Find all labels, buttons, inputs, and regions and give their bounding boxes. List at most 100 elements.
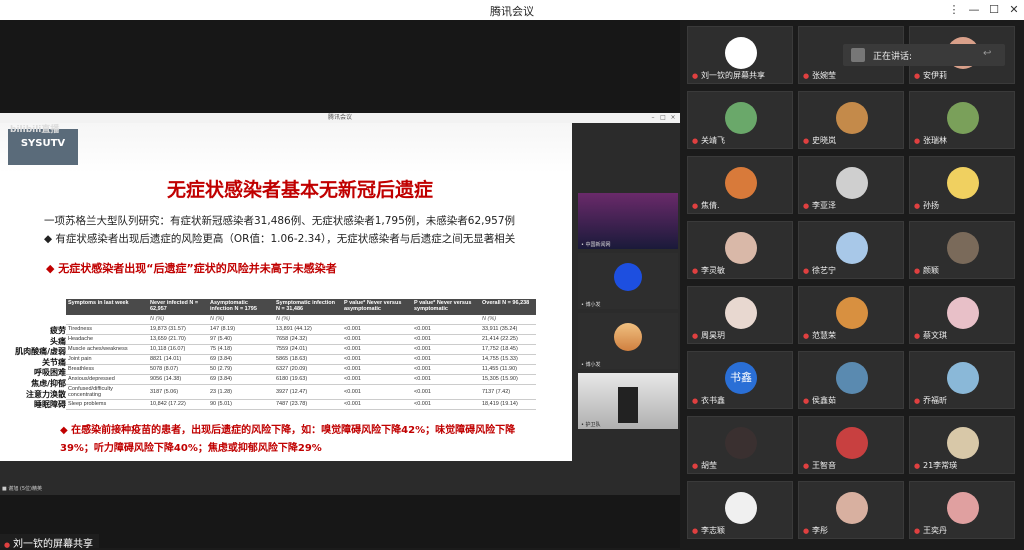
participant-name-text: 衣书鑫	[701, 396, 725, 405]
table-cell: Headache	[66, 334, 148, 345]
table-cell: Joint pain	[66, 354, 148, 365]
participant-tile[interactable]: ● 蔡文琪	[909, 286, 1015, 344]
participant-tile[interactable]: ● 孙扬	[909, 156, 1015, 214]
participant-name: ● 刘一钦的屏幕共享	[692, 70, 765, 81]
video-thumbnail[interactable]: • 护卫队	[578, 373, 678, 429]
participant-name-text: 王智音	[812, 461, 836, 470]
table-cell: <0.001	[412, 374, 480, 385]
avatar	[725, 167, 757, 199]
participant-name-text: 侯鑫茹	[812, 396, 836, 405]
participant-name: ● 张婉莹	[803, 70, 836, 81]
window-title: 腾讯会议	[490, 5, 534, 18]
table-cell: 8821 (14.01)	[148, 354, 208, 365]
table-cell: <0.001	[342, 399, 412, 410]
participant-tile[interactable]: ● 周昊玥	[687, 286, 793, 344]
participant-name-text: 周昊玥	[701, 331, 725, 340]
table-cell: 15,305 (15.90)	[480, 374, 536, 385]
chinese-symptom-label: 肌肉酸痛/虚弱	[15, 347, 66, 357]
mic-muted-icon: ●	[803, 72, 810, 80]
avatar	[947, 102, 979, 134]
participant-tile[interactable]: ● 关靖飞	[687, 91, 793, 149]
participant-tile[interactable]: ● 刘一钦的屏幕共享	[687, 26, 793, 84]
participant-tile[interactable]: ● 李亚泽	[798, 156, 904, 214]
table-cell: 7658 (24.32)	[274, 334, 342, 345]
arrow-icon[interactable]: ↩	[983, 48, 991, 59]
mic-muted-icon: ●	[914, 267, 921, 275]
participant-tile[interactable]: 书鑫 ● 衣书鑫	[687, 351, 793, 409]
participant-tile[interactable]: ● 李灵敏	[687, 221, 793, 279]
participant-name: ● 胡莹	[692, 460, 717, 471]
slide-line-2: ◆ 有症状感染者出现后遗症的风险更高（OR值：1.06-2.34），无症状感染者…	[44, 233, 516, 245]
table-cell: 6180 (19.63)	[274, 374, 342, 385]
table-cell: 13,659 (21.70)	[148, 334, 208, 345]
video-thumbnail[interactable]: • 中国新闻网	[578, 193, 678, 249]
slide-title: 无症状感染者基本无新冠后遗症	[166, 179, 433, 201]
pin-icon[interactable]: ⋮	[944, 2, 964, 18]
table-header-cell: Never infected N = 62,957	[148, 299, 208, 315]
table-cell: 7559 (24.01)	[274, 344, 342, 355]
participant-tile[interactable]: ● 李彤	[798, 481, 904, 539]
participant-tile[interactable]: ● 焦倩.	[687, 156, 793, 214]
inner-maximize-icon: □	[660, 114, 666, 121]
avatar	[947, 362, 979, 394]
table-cell: <0.001	[342, 374, 412, 385]
screen-share-area[interactable]: 腾讯会议 – □ × bilibili直播 SYSUTV 无症状感染者基本无新冠…	[0, 20, 680, 550]
close-button[interactable]: ✕	[1004, 2, 1024, 18]
participant-name: ● 史晓岚	[803, 135, 836, 146]
speaker-figure	[618, 387, 638, 423]
participant-name-text: 史晓岚	[812, 136, 836, 145]
table-cell: 7487 (23.78)	[274, 399, 342, 410]
participant-tile[interactable]: ● 颜颖	[909, 221, 1015, 279]
slide-red-heading: ◆ 无症状感染者出现“后遗症”症状的风险并未高于未感染者	[46, 262, 337, 275]
participant-tile[interactable]: ● 徐艺宁	[798, 221, 904, 279]
table-cell: N (%)	[274, 315, 342, 325]
table-cell: 13,891 (44.12)	[274, 324, 342, 335]
participant-name-text: 李灵敏	[701, 266, 725, 275]
thumbnail-label: • 护卫队	[581, 422, 601, 428]
participant-name: ● 安伊莉	[914, 70, 947, 81]
mic-muted-icon: ●	[692, 202, 699, 210]
video-thumbnail-strip: • 中国新闻网 • 博小发 • 博小发 • 护卫队	[574, 123, 680, 495]
thumbnail-label: • 博小发	[581, 302, 601, 308]
participant-tile[interactable]: ● 21李常瑛	[909, 416, 1015, 474]
participant-tile[interactable]: ● 胡莹	[687, 416, 793, 474]
mic-muted-icon: ●	[692, 137, 699, 145]
avatar	[614, 323, 642, 351]
avatar	[836, 232, 868, 264]
table-cell: 33,911 (35.24)	[480, 324, 536, 335]
avatar	[725, 427, 757, 459]
video-thumbnail[interactable]: • 博小发	[578, 313, 678, 369]
table-cell: Muscle aches/weakness	[66, 344, 148, 355]
participant-name-text: 徐艺宁	[812, 266, 836, 275]
presentation-slide: bilibili直播 SYSUTV 无症状感染者基本无新冠后遗症 一项苏格兰大型…	[0, 123, 572, 461]
table-cell: <0.001	[412, 334, 480, 345]
table-cell: 23 (1.28)	[208, 384, 274, 400]
table-row: Anxious/depressed 9056 (14.38) 69 (3.84) 61…	[66, 374, 536, 385]
participant-tile[interactable]: ● 王智音	[798, 416, 904, 474]
participant-tile[interactable]: ● 王奕丹	[909, 481, 1015, 539]
participant-tile[interactable]: ● 乔福昕	[909, 351, 1015, 409]
table-cell: Sleep problems	[66, 399, 148, 410]
table-cell: <0.001	[412, 324, 480, 335]
table-header-cell: Overall N = 96,238	[480, 299, 536, 315]
participant-tile[interactable]: ● 侯鑫茹	[798, 351, 904, 409]
table-row: Sleep problems 10,842 (17.22) 90 (5.01) 748…	[66, 399, 536, 410]
avatar	[836, 427, 868, 459]
participant-tile[interactable]: ● 李志颖	[687, 481, 793, 539]
mic-muted-icon: ●	[692, 462, 699, 470]
table-row: Headache 13,659 (21.70) 97 (5.40) 7658 (24.…	[66, 334, 536, 345]
maximize-button[interactable]: ☐	[984, 2, 1004, 18]
chinese-symptom-labels: 疲劳 头痛 肌肉酸痛/虚弱 关节痛 呼吸困难 焦虑/抑郁 注意力涣散 睡眠障碍	[4, 326, 66, 411]
minimize-button[interactable]: —	[964, 2, 984, 18]
video-thumbnail[interactable]: • 博小发	[578, 253, 678, 309]
table-cell: 75 (4.18)	[208, 344, 274, 355]
mic-muted-icon: ●	[692, 72, 699, 80]
participant-tile[interactable]: ● 史晓岚	[798, 91, 904, 149]
table-row: Confused/difficulty concentrating 3187 (5…	[66, 384, 536, 400]
mic-muted-icon: ●	[692, 332, 699, 340]
avatar	[725, 297, 757, 329]
participant-tile[interactable]: ● 张瑞林	[909, 91, 1015, 149]
participant-tile[interactable]: ● 范慧荣	[798, 286, 904, 344]
chinese-symptom-label: 睡眠障碍	[34, 400, 66, 410]
table-cell: Anxious/depressed	[66, 374, 148, 385]
